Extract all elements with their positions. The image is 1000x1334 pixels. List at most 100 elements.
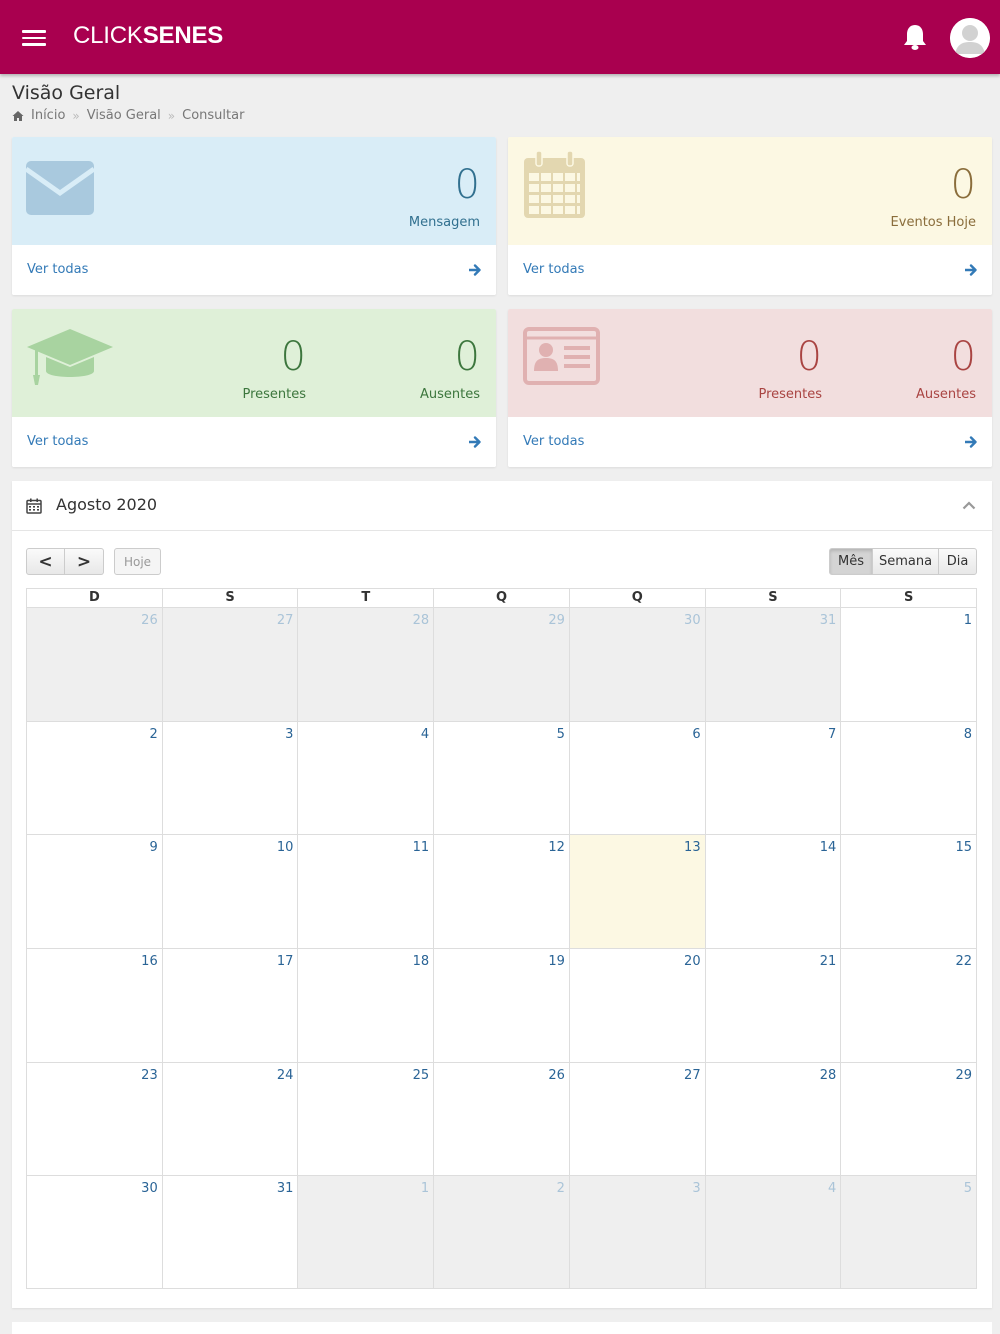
calendar-week-row: 16 17 18 19 20 21 22 bbox=[26, 948, 978, 1062]
day-number: 5 bbox=[963, 1181, 973, 1197]
top-navbar: CLICKSENES bbox=[0, 0, 1000, 74]
calendar-day-cell[interactable]: 7 bbox=[704, 720, 841, 835]
calendar-day-cell[interactable]: 2 bbox=[433, 1175, 569, 1290]
calendar-day-cell[interactable]: 5 bbox=[433, 720, 569, 835]
calendar-day-cell[interactable]: 12 bbox=[433, 834, 569, 949]
calendar-title: Agosto 2020 bbox=[56, 495, 158, 514]
view-day-button[interactable]: Dia bbox=[938, 548, 977, 575]
messages-view-all[interactable]: Ver todas bbox=[12, 245, 496, 295]
calendar-day-cell[interactable]: 3 bbox=[161, 720, 298, 835]
calendar-day-cell[interactable]: 20 bbox=[568, 948, 705, 1062]
day-number: 22 bbox=[955, 954, 973, 970]
prev-month-button[interactable]: < bbox=[26, 548, 65, 575]
calendar-day-cell[interactable]: 3 bbox=[568, 1175, 705, 1290]
calendar-day-cell[interactable]: 18 bbox=[297, 948, 434, 1062]
students-view-all[interactable]: Ver todas bbox=[12, 417, 496, 467]
calendar-day-cell[interactable]: 4 bbox=[297, 720, 434, 835]
day-number: 27 bbox=[684, 1067, 701, 1083]
day-number: 31 bbox=[276, 1181, 294, 1197]
messages-count: 0 bbox=[454, 162, 480, 208]
day-number: 7 bbox=[828, 726, 837, 742]
day-number: 12 bbox=[548, 840, 565, 856]
calendar-day-cell[interactable]: 26 bbox=[26, 607, 162, 721]
breadcrumb: Início » Visão Geral » Consultar bbox=[12, 108, 244, 123]
view-all-label: Ver todas bbox=[27, 262, 89, 277]
calendar-day-cell[interactable]: 28 bbox=[297, 607, 434, 721]
calendar-day-cell[interactable]: 2 bbox=[26, 720, 162, 835]
chevron-up-icon[interactable] bbox=[962, 500, 976, 510]
bell-icon[interactable] bbox=[900, 22, 930, 52]
calendar-day-cell[interactable]: 4 bbox=[704, 1175, 841, 1290]
view-week-button[interactable]: Semana bbox=[872, 548, 939, 575]
calendar-day-cell[interactable]: 31 bbox=[161, 1175, 298, 1290]
calendar-day-cell[interactable]: 21 bbox=[704, 948, 841, 1062]
staff-absent-count: 0 bbox=[950, 334, 976, 380]
today-button[interactable]: Hoje bbox=[114, 548, 161, 575]
calendar-day-cell[interactable]: 31 bbox=[704, 607, 841, 721]
calendar-day-cell[interactable]: 30 bbox=[26, 1175, 162, 1290]
calendar-day-cell[interactable]: 27 bbox=[161, 607, 298, 721]
calendar-day-cell[interactable]: 30 bbox=[568, 607, 705, 721]
day-number: 30 bbox=[684, 613, 701, 628]
calendar-day-cell[interactable]: 5 bbox=[840, 1175, 978, 1290]
day-number: 3 bbox=[285, 726, 294, 742]
day-number: 24 bbox=[276, 1067, 294, 1083]
students-card: 0 Presentes 0 Ausentes Ver todas bbox=[12, 309, 496, 467]
calendar-day-cell[interactable]: 1 bbox=[840, 607, 978, 721]
weekday-label: S bbox=[704, 589, 841, 607]
day-number: 8 bbox=[963, 726, 973, 742]
calendar-day-cell[interactable]: 14 bbox=[704, 834, 841, 949]
next-month-button[interactable]: > bbox=[65, 548, 104, 575]
calendar-day-cell[interactable]: 1 bbox=[297, 1175, 434, 1290]
calendar-day-cell[interactable]: 10 bbox=[161, 834, 298, 949]
calendar-day-cell[interactable]: 8 bbox=[840, 720, 978, 835]
calendar-week-row: 30 31 1 2 3 4 5 bbox=[26, 1175, 978, 1290]
staff-card: 0 Presentes 0 Ausentes Ver todas bbox=[508, 309, 992, 467]
id-card-icon bbox=[523, 327, 600, 385]
day-number: 15 bbox=[955, 840, 973, 856]
students-absent-stat: 0 Ausentes bbox=[420, 337, 480, 402]
students-present-stat: 0 Presentes bbox=[242, 337, 306, 402]
calendar-icon bbox=[524, 151, 585, 218]
envelope-icon bbox=[26, 161, 94, 215]
view-month-button[interactable]: Mês bbox=[829, 548, 873, 575]
calendar-day-cell[interactable]: 27 bbox=[568, 1061, 705, 1176]
calendar-day-cell[interactable]: 15 bbox=[840, 834, 978, 949]
calendar-day-cell[interactable]: 25 bbox=[297, 1061, 434, 1176]
events-view-all[interactable]: Ver todas bbox=[508, 245, 992, 295]
calendar-day-cell[interactable]: 29 bbox=[840, 1061, 978, 1176]
calendar-day-cell[interactable]: 26 bbox=[433, 1061, 569, 1176]
students-present-count: 0 bbox=[280, 334, 306, 380]
calendar-day-cell[interactable]: 11 bbox=[297, 834, 434, 949]
breadcrumb-overview[interactable]: Visão Geral bbox=[87, 108, 161, 123]
calendar-day-cell[interactable]: 23 bbox=[26, 1061, 162, 1176]
day-number: 9 bbox=[149, 840, 158, 856]
events-card: 0 Eventos Hoje Ver todas bbox=[508, 137, 992, 295]
calendar-day-cell[interactable]: 6 bbox=[568, 720, 705, 835]
staff-absent-caption: Ausentes bbox=[915, 387, 976, 402]
calendar-day-cell[interactable]: 22 bbox=[840, 948, 978, 1062]
calendar-day-cell[interactable]: 16 bbox=[26, 948, 162, 1062]
calendar-day-today[interactable]: 13 bbox=[568, 834, 705, 949]
arrow-right-icon bbox=[965, 436, 977, 448]
staff-present-count: 0 bbox=[796, 334, 822, 380]
page-title: Visão Geral bbox=[12, 82, 121, 104]
calendar-day-cell[interactable]: 19 bbox=[433, 948, 569, 1062]
user-avatar[interactable] bbox=[950, 18, 990, 58]
day-number: 27 bbox=[276, 613, 294, 628]
calendar-day-cell[interactable]: 24 bbox=[161, 1061, 298, 1176]
menu-icon[interactable] bbox=[22, 30, 46, 46]
day-number: 17 bbox=[276, 954, 294, 970]
staff-view-all[interactable]: Ver todas bbox=[508, 417, 992, 467]
day-number: 16 bbox=[141, 954, 158, 970]
calendar-day-cell[interactable]: 9 bbox=[26, 834, 162, 949]
calendar-day-cell[interactable]: 17 bbox=[161, 948, 298, 1062]
day-number: 1 bbox=[420, 1181, 430, 1197]
brand-logo[interactable]: CLICKSENES bbox=[73, 22, 223, 50]
breadcrumb-home[interactable]: Início bbox=[31, 108, 65, 123]
calendar-week-row: 23 24 25 26 27 28 29 bbox=[26, 1061, 978, 1176]
calendar-day-cell[interactable]: 28 bbox=[704, 1061, 841, 1176]
calendar-day-cell[interactable]: 29 bbox=[433, 607, 569, 721]
staff-card-body: 0 Presentes 0 Ausentes bbox=[508, 309, 992, 417]
staff-absent-stat: 0 Ausentes bbox=[916, 337, 976, 402]
